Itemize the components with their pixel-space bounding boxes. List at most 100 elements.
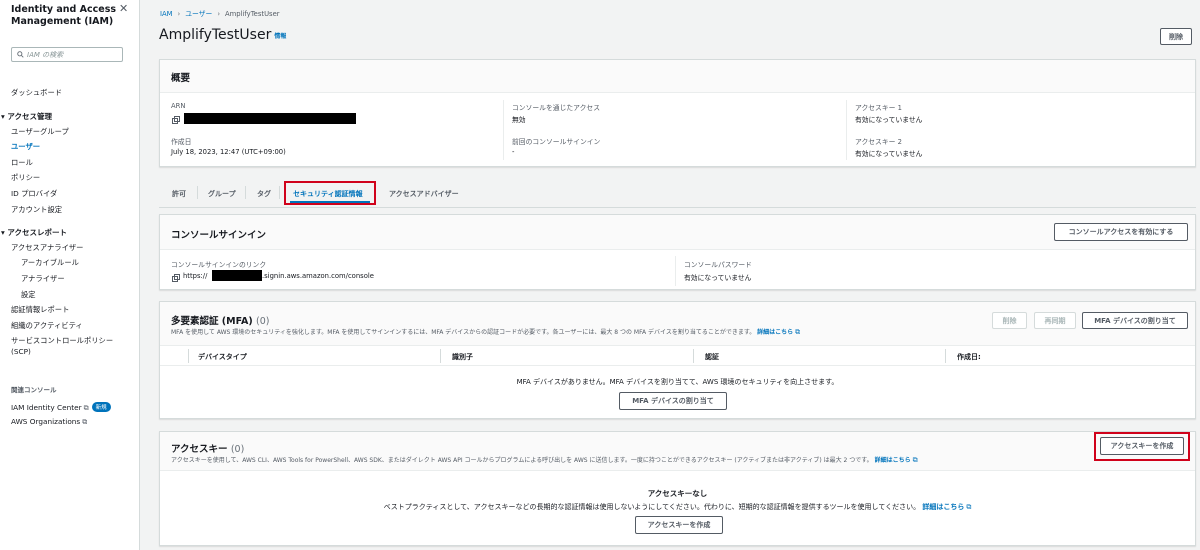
chevron-right-icon: › — [177, 10, 181, 18]
access-keys-empty-title: アクセスキーなし — [647, 489, 708, 498]
access-keys-panel: アクセスキー (0) アクセスキーを使用して、AWS CLI、AWS Tools… — [159, 431, 1196, 546]
tab-permissions[interactable]: 許可 — [172, 189, 186, 199]
new-badge: 新規 — [91, 402, 111, 412]
access-keys-heading: アクセスキー (0) — [171, 441, 244, 455]
sidebar-item-archive-rules[interactable]: アーカイブルール — [21, 258, 79, 268]
mfa-description-text: MFA を使用して AWS 環境のセキュリティを強化します。MFA を使用してサ… — [171, 329, 756, 336]
column-divider — [945, 349, 946, 363]
access-keys-empty-message: ベストプラクティスとして、アクセスキーなどの長期的な認証情報は使用しないようにし… — [160, 502, 1195, 512]
sidebar-item-access-analyzer[interactable]: アクセスアナライザー — [11, 243, 83, 253]
column-created[interactable]: 作成日: — [957, 352, 981, 362]
access-keys-empty-create-button[interactable]: アクセスキーを作成 — [635, 516, 723, 534]
mfa-panel: 多要素認証 (MFA) (0) MFA を使用して AWS 環境のセキュリティを… — [159, 301, 1196, 419]
sidebar-item-dashboard[interactable]: ダッシュボード — [11, 88, 62, 98]
column-divider — [440, 349, 441, 363]
mfa-empty-assign-button[interactable]: MFA デバイスの割り当て — [619, 392, 727, 410]
divider — [846, 100, 847, 160]
mfa-learn-more-link[interactable]: 詳細はこちら — [757, 329, 793, 336]
section-label: アクセスレポート — [7, 228, 68, 237]
sidebar-search[interactable] — [11, 47, 123, 62]
signin-link-suffix[interactable]: .signin.aws.amazon.com/console — [262, 272, 374, 280]
tab-access-advisor[interactable]: アクセスアドバイザー — [389, 189, 459, 199]
page-title: AmplifyTestUser 情報 — [159, 27, 286, 43]
column-identifier[interactable]: 識別子 — [452, 352, 473, 362]
access-keys-count: (0) — [230, 444, 245, 455]
sidebar-item-identity-center[interactable]: IAM Identity Center ⧉ 新規 — [11, 402, 111, 413]
sidebar-section-access-reports[interactable]: ▾ アクセスレポート — [1, 227, 67, 238]
access-key1-value: 有効になっていません — [855, 116, 923, 124]
copy-icon[interactable] — [172, 274, 180, 282]
mfa-assign-button[interactable]: MFA デバイスの割り当て — [1082, 312, 1188, 329]
sidebar-item-org-activity[interactable]: 組織のアクティビティ — [11, 321, 83, 331]
search-icon — [17, 51, 24, 58]
mfa-table-header — [160, 346, 1195, 366]
sidebar-item-scp-suffix[interactable]: (SCP) — [11, 347, 31, 356]
summary-header — [160, 60, 1195, 93]
breadcrumb-users[interactable]: ユーザー — [185, 10, 212, 18]
external-link-icon: ⧉ — [966, 503, 972, 511]
link-label: AWS Organizations — [11, 417, 81, 426]
section-label: アクセス管理 — [7, 112, 53, 121]
sidebar-section-access-management[interactable]: ▾ アクセス管理 — [1, 111, 52, 122]
tab-divider — [245, 186, 246, 199]
mfa-resync-button[interactable]: 再同期 — [1034, 312, 1076, 329]
arn-label: ARN — [171, 102, 186, 110]
breadcrumb-iam[interactable]: IAM — [160, 10, 173, 18]
divider — [675, 256, 676, 286]
info-link[interactable]: 情報 — [274, 33, 286, 40]
sidebar-title: Identity and Access Management (IAM) — [11, 4, 117, 27]
tab-divider — [197, 186, 198, 199]
divider — [503, 100, 504, 160]
access-keys-description: アクセスキーを使用して、AWS CLI、AWS Tools for PowerS… — [171, 455, 918, 465]
sidebar-item-identity-providers[interactable]: ID プロバイダ — [11, 189, 57, 199]
column-device-type[interactable]: デバイスタイプ — [198, 352, 247, 362]
copy-icon[interactable] — [172, 116, 180, 124]
search-input[interactable] — [27, 50, 117, 59]
mfa-delete-button[interactable]: 削除 — [992, 312, 1027, 329]
tab-groups[interactable]: グループ — [208, 189, 236, 199]
summary-heading: 概要 — [171, 73, 191, 84]
arn-redacted — [184, 113, 356, 124]
close-icon[interactable]: ✕ — [119, 2, 128, 15]
created-label: 作成日 — [171, 138, 192, 146]
mfa-count: (0) — [256, 316, 270, 327]
related-consoles-heading: 関連コンソール — [11, 386, 57, 394]
access-key2-label: アクセスキー 2 — [855, 138, 902, 146]
console-signin-panel: コンソールサインイン コンソールアクセスを有効にする コンソールサインインのリン… — [159, 214, 1196, 290]
account-id-redacted — [212, 270, 262, 281]
tab-tags[interactable]: タグ — [257, 189, 271, 199]
console-signin-header — [160, 215, 1195, 250]
tab-divider — [279, 186, 280, 199]
mfa-heading: 多要素認証 (MFA) (0) — [171, 313, 269, 327]
console-password-value: 有効になっていません — [684, 274, 752, 282]
main-content: IAM › ユーザー › AmplifyTestUser AmplifyTestUser… — [141, 0, 1200, 550]
sidebar-item-analyzer-settings[interactable]: 設定 — [21, 290, 36, 300]
external-link-icon: ⧉ — [912, 456, 918, 464]
console-signin-heading: コンソールサインイン — [171, 230, 267, 241]
mfa-empty-message: MFA デバイスがありません。MFA デバイスを割り当てて、AWS 環境のセキュ… — [516, 378, 839, 386]
access-key2-value: 有効になっていません — [855, 150, 923, 158]
sidebar-item-user-groups[interactable]: ユーザーグループ — [11, 127, 69, 137]
chevron-right-icon: › — [217, 10, 221, 18]
column-divider — [188, 349, 189, 363]
sidebar-item-roles[interactable]: ロール — [11, 158, 33, 168]
external-link-icon: ⧉ — [795, 328, 801, 336]
sidebar-item-account-settings[interactable]: アカウント設定 — [11, 205, 62, 215]
enable-console-access-button[interactable]: コンソールアクセスを有効にする — [1054, 223, 1188, 241]
sidebar-item-analyzers[interactable]: アナライザー — [21, 274, 65, 284]
page-title-text: AmplifyTestUser — [159, 27, 272, 43]
column-certification[interactable]: 認証 — [705, 352, 719, 362]
sidebar-item-policies[interactable]: ポリシー — [11, 173, 40, 183]
delete-user-button[interactable]: 削除 — [1160, 28, 1192, 45]
sidebar-item-scp[interactable]: サービスコントロールポリシー — [11, 336, 113, 346]
access-keys-header — [160, 432, 1195, 471]
highlight-box — [1094, 432, 1190, 461]
access-keys-empty-learn-more-link[interactable]: 詳細はこちら — [922, 503, 964, 511]
sidebar-item-organizations[interactable]: AWS Organizations ⧉ — [11, 417, 87, 427]
sidebar-item-credential-report[interactable]: 認証情報レポート — [11, 305, 69, 315]
access-keys-empty-text: ベストプラクティスとして、アクセスキーなどの長期的な認証情報は使用しないようにし… — [383, 503, 921, 511]
access-keys-learn-more-link[interactable]: 詳細はこちら — [875, 457, 911, 464]
sidebar: Identity and Access Management (IAM) ✕ ダ… — [0, 0, 140, 550]
sidebar-item-users[interactable]: ユーザー — [11, 142, 40, 152]
signin-link-prefix[interactable]: https:// — [183, 272, 207, 280]
